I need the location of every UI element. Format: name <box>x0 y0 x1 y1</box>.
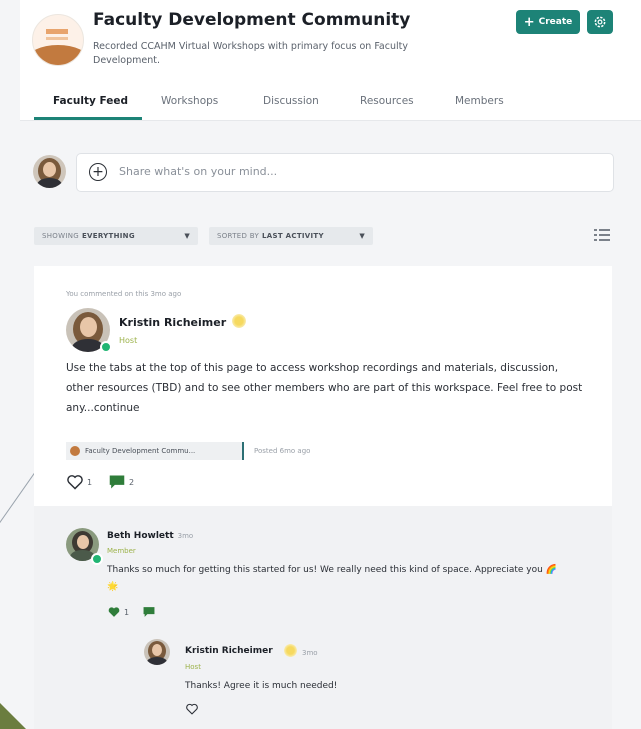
community-header: Faculty Development Community Recorded C… <box>20 0 641 82</box>
current-user-avatar[interactable] <box>33 155 66 188</box>
post-activity: You commented on this 3mo ago <box>66 290 182 298</box>
comment-text: Thanks so much for getting this started … <box>107 565 557 592</box>
reply-author-name[interactable]: Kristin Richeimer <box>185 646 273 656</box>
heart-icon <box>186 703 198 715</box>
star-badge-icon <box>232 314 246 328</box>
like-count: 1 <box>87 477 93 487</box>
comment-button[interactable]: 2 <box>108 474 134 490</box>
decorative-line <box>0 470 37 569</box>
reply-author: Kristin Richeimer <box>185 646 273 656</box>
comment-author-role: Member <box>107 547 136 555</box>
post-body: Use the tabs at the top of this page to … <box>66 362 583 414</box>
comment-like-count: 1 <box>124 607 130 617</box>
show-filter-dropdown[interactable]: SHOWING EVERYTHING ▼ <box>34 227 198 245</box>
heart-icon <box>108 607 120 617</box>
community-title: Faculty Development Community <box>93 10 411 30</box>
community-tabs: Faculty Feed Workshops Discussion Resour… <box>20 82 641 121</box>
like-button[interactable]: 1 <box>66 474 92 490</box>
community-description: Recorded CCAHM Virtual Workshops with pr… <box>93 41 408 66</box>
caret-down-icon: ▼ <box>359 232 365 240</box>
reply-time: 3mo <box>302 649 318 657</box>
gear-icon <box>594 16 606 28</box>
sort-filter-prefix: SORTED BY <box>217 232 260 240</box>
settings-button[interactable] <box>587 10 613 34</box>
list-view-icon[interactable] <box>594 228 610 242</box>
tab-discussion[interactable]: Discussion <box>263 95 319 107</box>
post-timestamp: Posted 6mo ago <box>254 447 311 455</box>
comments-section: Beth Howlett 3mo Member Thanks so much fo… <box>34 506 612 729</box>
heart-icon <box>67 475 83 490</box>
space-tag[interactable]: Faculty Development Commu... <box>66 442 244 460</box>
tab-workshops[interactable]: Workshops <box>161 95 218 107</box>
plus-icon: + <box>523 14 535 30</box>
caret-down-icon: ▼ <box>184 232 190 240</box>
share-placeholder: Share what's on your mind... <box>119 165 278 178</box>
sort-filter-value: LAST ACTIVITY <box>262 232 324 240</box>
post-author-role: Host <box>119 336 138 345</box>
comment-icon <box>143 607 155 617</box>
add-circle-icon[interactable]: + <box>89 163 107 181</box>
online-status <box>100 341 112 353</box>
star-badge-icon <box>284 644 297 657</box>
feed-post: You commented on this 3mo ago Kristin Ri… <box>34 266 612 729</box>
tab-members[interactable]: Members <box>455 95 504 107</box>
reply-text: Thanks! Agree it is much needed! <box>185 681 338 691</box>
space-tag-label: Faculty Development Commu... <box>85 447 196 455</box>
tab-faculty-feed[interactable]: Faculty Feed <box>53 95 128 107</box>
show-filter-value: EVERYTHING <box>81 232 135 240</box>
active-tab-indicator <box>34 117 142 120</box>
reply-author-avatar[interactable] <box>144 639 170 665</box>
show-filter-prefix: SHOWING <box>42 232 79 240</box>
community-logo-icon <box>70 446 80 456</box>
sort-filter-dropdown[interactable]: SORTED BY LAST ACTIVITY ▼ <box>209 227 373 245</box>
comment-like-button[interactable]: 1 <box>107 606 129 618</box>
decorative-corner <box>0 703 26 729</box>
comment-reply-button[interactable] <box>142 606 156 618</box>
comment-time: 3mo <box>177 532 194 540</box>
reply-author-role: Host <box>185 663 201 671</box>
comment-author-name[interactable]: Beth Howlett 3mo <box>107 531 193 541</box>
online-status <box>91 553 103 565</box>
post-author-name[interactable]: Kristin Richeimer <box>119 316 226 329</box>
comment-icon <box>109 475 125 489</box>
create-button[interactable]: + Create <box>516 10 580 34</box>
comment-count: 2 <box>129 477 135 487</box>
share-input[interactable]: + Share what's on your mind... <box>76 153 614 192</box>
community-logo <box>32 14 84 66</box>
create-button-label: Create <box>538 17 573 27</box>
reply-like-button[interactable] <box>185 703 199 715</box>
tab-resources[interactable]: Resources <box>360 95 414 107</box>
comment-author: Beth Howlett <box>107 531 174 541</box>
